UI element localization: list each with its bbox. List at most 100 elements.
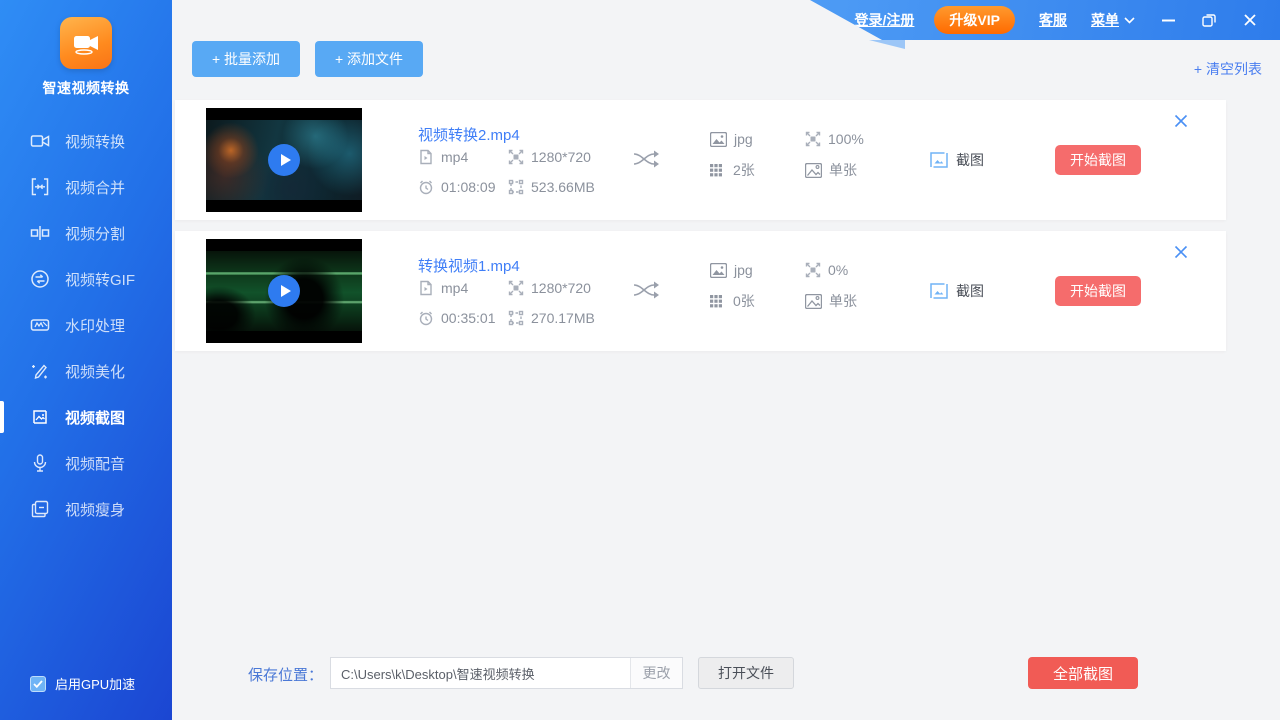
output-format-value: jpg [710,131,805,147]
resolution-value: 1280*720 [508,149,598,165]
count-value: 0张 [710,291,805,311]
file-name[interactable]: 视频转换2.mp4 [418,124,520,145]
capture-icon [930,152,948,168]
minimize-button[interactable] [1160,12,1176,28]
login-register-link[interactable]: 登录/注册 [855,10,915,30]
remove-file-icon[interactable] [1174,114,1190,130]
play-icon[interactable] [268,275,300,307]
duration-value: 01:08:09 [418,179,508,195]
sidebar-item-video-split[interactable]: 视频分割 [0,210,172,256]
sidebar-item-label: 视频瘦身 [65,499,125,520]
sidebar-item-label: 视频分割 [65,223,125,244]
start-capture-button[interactable]: 开始截图 [1055,145,1141,175]
clear-list-link[interactable]: + 清空列表 [1194,59,1262,79]
duration-value: 00:35:01 [418,310,508,326]
sidebar-item-label: 视频美化 [65,361,125,382]
gpu-acceleration-toggle[interactable]: 启用GPU加速 [30,674,135,693]
video-merge-icon [30,177,50,197]
file-list: 视频转换2.mp4 mp4 1280*720 01:08:09 [175,100,1226,362]
main-content: + 批量添加 + 添加文件 + 清空列表 视频转换2.mp4 mp4 1280*… [172,0,1280,720]
shuffle-icon[interactable] [633,150,661,173]
beautify-icon [30,361,50,381]
upgrade-vip-button[interactable]: 升级VIP [934,6,1015,34]
remove-file-icon[interactable] [1174,245,1190,261]
format-value: mp4 [418,149,508,165]
sidebar-item-label: 视频配音 [65,453,125,474]
capture-all-button[interactable]: 全部截图 [1028,657,1138,689]
sidebar-item-video-to-gif[interactable]: 视频转GIF [0,256,172,302]
shuffle-icon[interactable] [633,281,661,304]
batch-add-button[interactable]: + 批量添加 [192,41,300,77]
save-path-box: 更改 [330,657,683,689]
save-path-input[interactable] [331,658,630,688]
app-title: 智速视频转换 [43,78,130,98]
checkbox-checked-icon[interactable] [30,676,46,692]
resolution-icon [508,280,524,296]
capture-settings-button[interactable]: 截图 [930,150,984,170]
menu-dropdown[interactable]: 菜单 [1091,10,1135,30]
grid-icon [710,164,726,177]
single-image-icon [805,163,822,178]
mode-value: 单张 [805,291,900,311]
change-path-button[interactable]: 更改 [630,658,682,688]
grid-icon [710,295,726,308]
sidebar-item-label: 水印处理 [65,315,125,336]
resolution-value: 1280*720 [508,280,598,296]
capture-settings-button[interactable]: 截图 [930,281,984,301]
video-thumbnail[interactable] [206,108,362,212]
close-window-button[interactable] [1242,12,1258,28]
format-value: mp4 [418,280,508,296]
quality-value: 0% [805,262,900,278]
filesize-value: 523.66MB [508,179,595,195]
sidebar-item-label: 视频合并 [65,177,125,198]
resolution-icon [508,149,524,165]
image-format-icon [710,263,727,278]
screenshot-icon [30,407,50,427]
sidebar-item-video-convert[interactable]: 视频转换 [0,118,172,164]
output-format-value: jpg [710,262,805,278]
file-format-icon [418,280,434,296]
sidebar-item-video-merge[interactable]: 视频合并 [0,164,172,210]
menu-label: 菜单 [1091,10,1119,30]
clock-icon [418,310,434,326]
sidebar-item-label: 视频转GIF [65,269,135,290]
sidebar-item-beautify[interactable]: 视频美化 [0,348,172,394]
app-logo-icon [60,17,112,69]
video-thumbnail[interactable] [206,239,362,343]
scale-icon [805,262,821,278]
sidebar-item-label: 视频截图 [65,407,125,428]
sidebar-item-dubbing[interactable]: 视频配音 [0,440,172,486]
sidebar-menu: 视频转换 视频合并 视频分割 视频转GIF 水印处理 [0,118,172,532]
single-image-icon [805,294,822,309]
file-format-icon [418,149,434,165]
sidebar: 智速视频转换 视频转换 视频合并 视频分割 视频转GIF [0,0,172,720]
watermark-icon [30,315,50,335]
play-icon[interactable] [268,144,300,176]
file-name[interactable]: 转换视频1.mp4 [418,255,520,276]
count-value: 2张 [710,160,805,180]
capture-icon [930,283,948,299]
slim-icon [30,499,50,519]
dubbing-icon [30,453,50,473]
customer-service-link[interactable]: 客服 [1039,10,1067,30]
mode-value: 单张 [805,160,900,180]
dimensions-icon [508,310,524,326]
scale-icon [805,131,821,147]
start-capture-button[interactable]: 开始截图 [1055,276,1141,306]
save-location-label: 保存位置： [248,664,323,685]
chevron-down-icon [1124,17,1135,24]
clock-icon [418,179,434,195]
sidebar-item-screenshot[interactable]: 视频截图 [0,394,172,440]
file-row: 转换视频1.mp4 mp4 1280*720 00:35:01 [175,231,1226,351]
footer-bar: 保存位置： 更改 打开文件 全部截图 [172,657,1280,689]
video-to-gif-icon [30,269,50,289]
capture-label: 截图 [956,281,984,301]
open-folder-button[interactable]: 打开文件 [698,657,794,689]
image-format-icon [710,132,727,147]
sidebar-item-label: 视频转换 [65,131,125,152]
sidebar-item-watermark[interactable]: 水印处理 [0,302,172,348]
restore-window-button[interactable] [1201,12,1217,28]
file-row: 视频转换2.mp4 mp4 1280*720 01:08:09 [175,100,1226,220]
add-file-button[interactable]: + 添加文件 [315,41,423,77]
sidebar-item-slim[interactable]: 视频瘦身 [0,486,172,532]
